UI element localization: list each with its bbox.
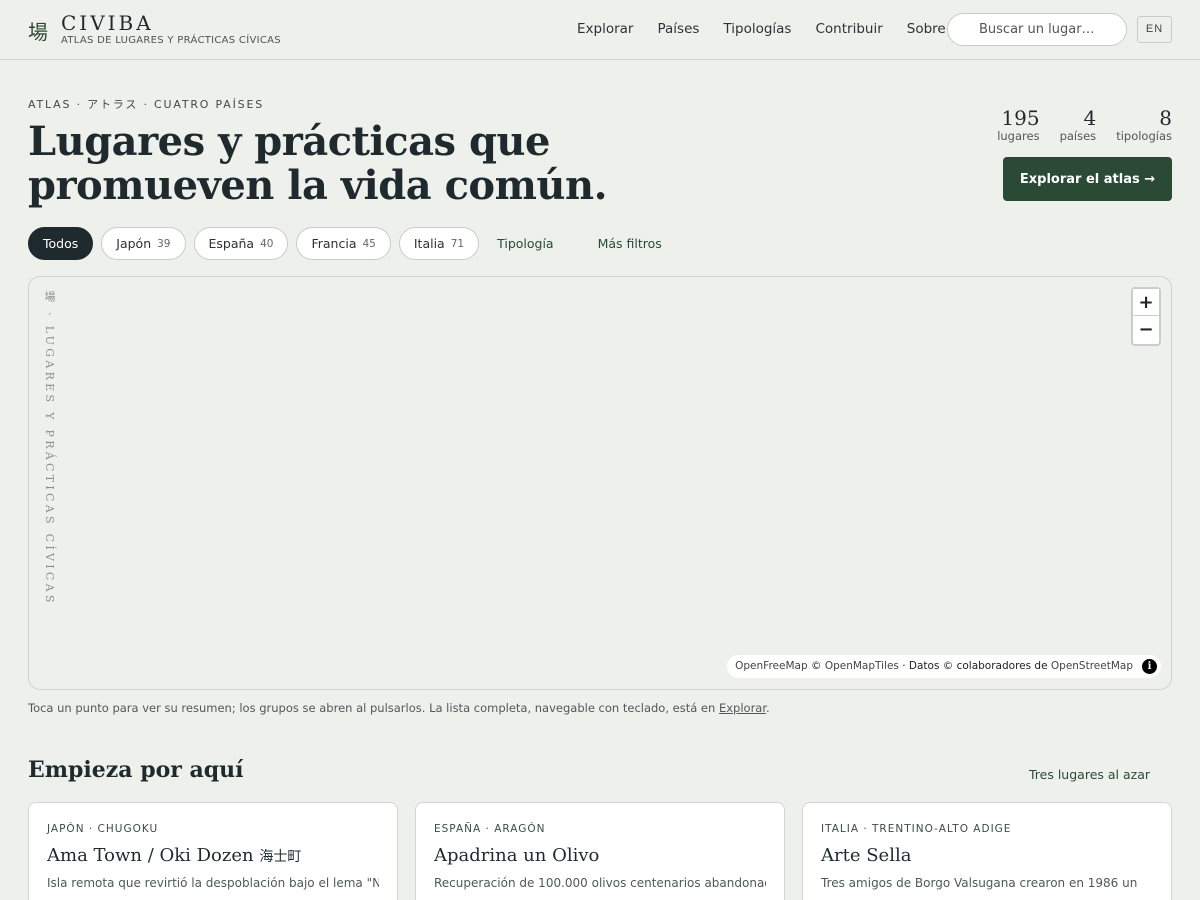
- nav-tipologias[interactable]: Tipologías: [723, 21, 791, 37]
- nav-sobre[interactable]: Sobre: [907, 21, 946, 37]
- page-title: Lugares y prácticas que promueven la vid…: [28, 118, 608, 209]
- card-title: Ama Town / Oki Dozen 海士町: [47, 845, 379, 866]
- language-toggle-button[interactable]: EN: [1137, 16, 1172, 43]
- brand-name[interactable]: CIVIBA: [61, 11, 154, 35]
- explorar-link[interactable]: Explorar: [719, 701, 766, 715]
- attribution-text: · Datos © colaboradores de: [898, 660, 1051, 672]
- card-title-text: Apadrina un Olivo: [434, 845, 600, 866]
- chip-count: 71: [450, 237, 465, 250]
- chip-label: Todos: [43, 236, 79, 251]
- section-title: Empieza por aquí: [28, 757, 244, 783]
- place-card[interactable]: JAPÓN · CHUGOKU Ama Town / Oki Dozen 海士町…: [28, 802, 398, 900]
- stat-value: 4: [1083, 106, 1097, 130]
- hero-eyebrow: ATLAS · アトラス · CUATRO PAÍSES: [28, 98, 264, 111]
- map-canvas[interactable]: 場 · LUGARES Y PRÁCTICAS CÍVICAS + − Open…: [28, 276, 1172, 690]
- stat-paises: 4 países: [1060, 106, 1097, 143]
- card-description: Recuperación de 100.000 olivos centenari…: [434, 876, 766, 890]
- place-card-list: JAPÓN · CHUGOKU Ama Town / Oki Dozen 海士町…: [28, 802, 1172, 900]
- card-title-japanese: 海士町: [259, 849, 302, 865]
- card-location: ITALIA · TRENTINO-ALTO ADIGE: [821, 823, 1012, 835]
- stat-label: países: [1059, 129, 1097, 143]
- nav-explorar[interactable]: Explorar: [577, 21, 633, 37]
- stat-lugares: 195 lugares: [997, 106, 1039, 143]
- card-description: Isla remota que revirtió la despoblación…: [47, 876, 379, 890]
- attribution-link-openmaptiles[interactable]: OpenMapTiles: [825, 660, 899, 672]
- filter-chip-italia[interactable]: Italia 71: [398, 227, 480, 260]
- chip-label: España: [208, 236, 255, 251]
- logo-icon[interactable]: 場: [28, 16, 48, 45]
- search-input[interactable]: [947, 13, 1127, 46]
- map-attribution: OpenFreeMap © OpenMapTiles · Datos © col…: [727, 655, 1161, 678]
- typology-filter-button[interactable]: Tipología: [497, 236, 554, 251]
- brand-subtitle: ATLAS DE LUGARES Y PRÁCTICAS CÍVICAS: [61, 35, 281, 46]
- filter-chip-japon[interactable]: Japón 39: [101, 227, 186, 260]
- filter-chip-espana[interactable]: España 40: [193, 227, 289, 260]
- map-help-text-body: Toca un punto para ver su resumen; los g…: [28, 701, 719, 715]
- chip-count: 45: [362, 237, 376, 250]
- card-location: ESPAÑA · ARAGÓN: [434, 823, 546, 835]
- random-places-link[interactable]: Tres lugares al azar: [1029, 767, 1150, 782]
- site-header: 場 CIVIBA ATLAS DE LUGARES Y PRÁCTICAS CÍ…: [0, 0, 1200, 60]
- filter-chip-todos[interactable]: Todos: [28, 227, 94, 260]
- attribution-link-openstreetmap[interactable]: OpenStreetMap: [1051, 660, 1133, 672]
- card-title-text: Ama Town / Oki Dozen: [47, 845, 254, 866]
- more-filters-button[interactable]: Más filtros: [598, 236, 662, 251]
- chip-label: Italia: [413, 236, 445, 251]
- chip-label: Japón: [116, 236, 152, 251]
- filter-bar: Todos Japón 39 España 40 Francia 45 Ital…: [28, 227, 696, 260]
- map-vertical-label: 場 · LUGARES Y PRÁCTICAS CÍVICAS: [43, 291, 56, 606]
- card-title: Apadrina un Olivo: [434, 845, 766, 866]
- explore-atlas-button[interactable]: Explorar el atlas →: [1003, 157, 1172, 201]
- chip-count: 39: [157, 237, 171, 250]
- attribution-separator: ©: [807, 660, 825, 672]
- nav-contribuir[interactable]: Contribuir: [815, 21, 882, 37]
- place-card[interactable]: ESPAÑA · ARAGÓN Apadrina un Olivo Recupe…: [415, 802, 785, 900]
- card-title-text: Arte Sella: [821, 845, 912, 866]
- zoom-in-button[interactable]: +: [1133, 289, 1159, 316]
- place-card[interactable]: ITALIA · TRENTINO-ALTO ADIGE Arte Sella …: [802, 802, 1172, 900]
- map-help-text-end: .: [766, 701, 770, 715]
- attribution-link-openfreemap[interactable]: OpenFreeMap: [735, 660, 808, 672]
- stat-label: lugares: [997, 129, 1040, 143]
- map-help-text: Toca un punto para ver su resumen; los g…: [28, 701, 770, 715]
- info-icon[interactable]: i: [1142, 659, 1157, 674]
- chip-count: 40: [260, 237, 274, 250]
- stat-value: 8: [1159, 106, 1172, 130]
- card-title: Arte Sella: [821, 845, 1153, 866]
- nav-paises[interactable]: Países: [657, 21, 699, 37]
- card-description: Tres amigos de Borgo Valsugana crearon e…: [821, 876, 1138, 890]
- stats-summary: 195 lugares 4 países 8 tipologías: [997, 106, 1172, 143]
- stat-tipologias: 8 tipologías: [1116, 106, 1172, 143]
- zoom-control: + −: [1131, 287, 1161, 346]
- filter-chip-francia[interactable]: Francia 45: [296, 227, 391, 260]
- card-location: JAPÓN · CHUGOKU: [47, 823, 159, 835]
- main-nav: Explorar Países Tipologías Contribuir So…: [577, 21, 946, 37]
- stat-value: 195: [1001, 106, 1040, 130]
- chip-label: Francia: [311, 236, 357, 251]
- zoom-out-button[interactable]: −: [1133, 316, 1159, 343]
- stat-label: tipologías: [1116, 129, 1172, 143]
